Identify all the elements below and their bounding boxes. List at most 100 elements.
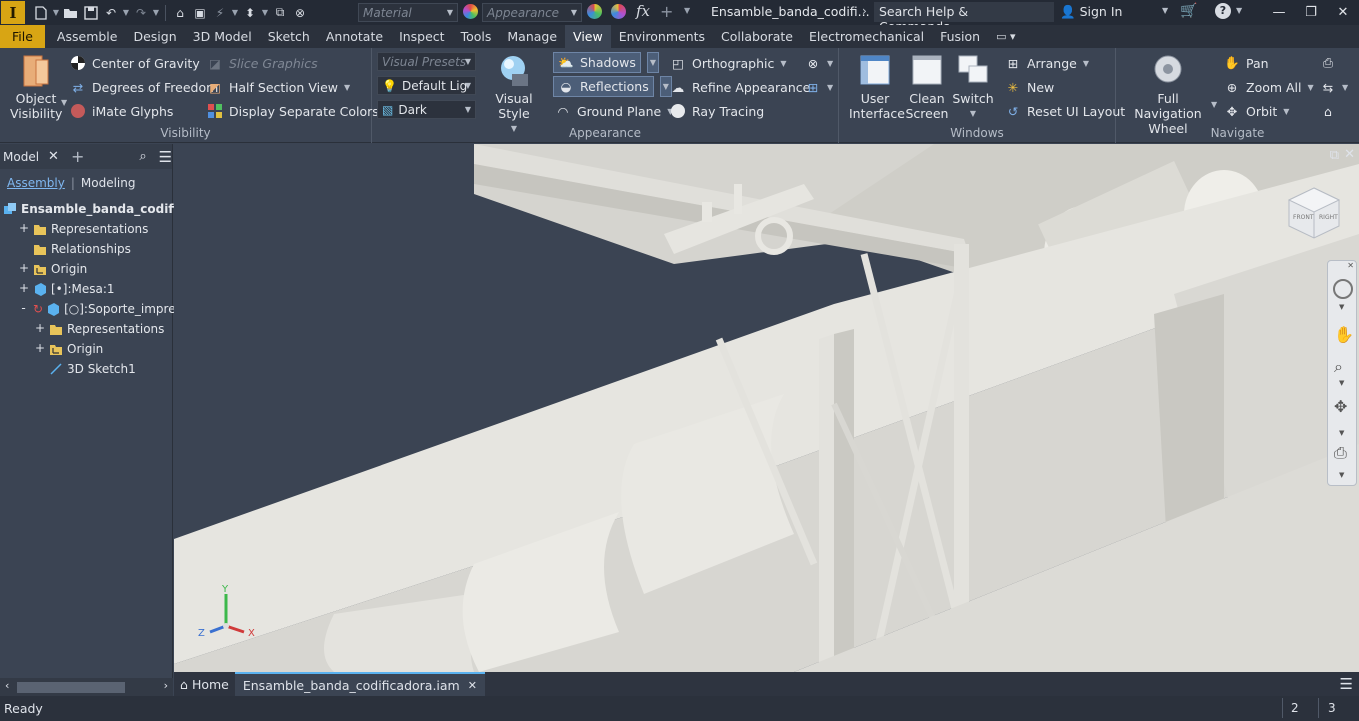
tab-collaborate[interactable]: Collaborate	[713, 25, 801, 48]
visual-style-button[interactable]: Visual Style ▼	[482, 54, 546, 136]
home-tab[interactable]: ⌂ Home	[174, 672, 235, 696]
imate-glyphs-button[interactable]: iMate Glyphs	[70, 100, 173, 122]
home-view-button[interactable]: ⌂	[1320, 100, 1336, 122]
open-folder-icon[interactable]	[61, 3, 81, 23]
close-icon[interactable]: ✕	[468, 679, 477, 692]
tab-sketch[interactable]: Sketch	[260, 25, 318, 48]
new-window-button[interactable]: ✳ New	[1005, 76, 1055, 98]
tab-fusion[interactable]: Fusion	[932, 25, 988, 48]
switch-dropdown-icon[interactable]: ▼	[951, 106, 995, 121]
tab-environments[interactable]: Environments	[611, 25, 713, 48]
tree-row[interactable]: Relationships	[0, 239, 131, 259]
chevron-down-icon[interactable]: ▼	[344, 83, 350, 92]
expand-icon[interactable]: +	[35, 322, 45, 334]
app-logo[interactable]: I	[1, 1, 25, 24]
scrollbar-thumb[interactable]	[17, 682, 125, 693]
search-input[interactable]: Search Help & Commands...	[874, 2, 1054, 34]
tab-file[interactable]: File	[0, 25, 45, 48]
tab-view[interactable]: View	[565, 25, 611, 48]
tree-row[interactable]: 3D Sketch1	[0, 359, 136, 379]
expand-icon[interactable]: +	[35, 342, 45, 354]
viewport-close-icon[interactable]: ✕	[1344, 147, 1355, 162]
view-cube[interactable]: FRONT RIGHT	[1287, 186, 1341, 240]
degrees-of-freedom-button[interactable]: ⇄ Degrees of Freedom	[70, 76, 219, 98]
sign-in-button[interactable]: 👤 Sign In	[1060, 4, 1122, 20]
clean-screen-button[interactable]: Clean Screen	[903, 54, 951, 121]
ribbon-display-options-icon[interactable]: ▭ ▾	[988, 25, 1023, 48]
shadows-button[interactable]: ⛅ Shadows ▼	[553, 52, 659, 73]
navbar-close-icon[interactable]: ✕	[1347, 261, 1354, 270]
object-visibility-dropdown-icon[interactable]: ▼	[61, 98, 67, 107]
chevron-down-icon[interactable]: ▼	[1339, 379, 1344, 387]
orthographic-button[interactable]: ◰ Orthographic ▼	[670, 52, 786, 74]
slice-graphics-button[interactable]: ◪ Slice Graphics	[207, 52, 318, 74]
zoom-icon[interactable]: ⌕	[1334, 357, 1343, 377]
chevron-down-icon[interactable]: ▼	[1283, 107, 1289, 116]
select-dropdown-icon[interactable]: ▼	[260, 8, 270, 17]
hamburger-menu-icon[interactable]: ☰	[159, 148, 172, 166]
restore-icon[interactable]: ❐	[1295, 0, 1327, 25]
minimize-icon[interactable]: —	[1263, 0, 1295, 25]
tree-row[interactable]: + Origin	[0, 259, 87, 279]
adjust-appearance-icon[interactable]	[587, 4, 602, 19]
sign-in-dropdown-icon[interactable]: ▼	[1162, 6, 1168, 15]
model-render[interactable]	[174, 144, 1359, 672]
close-icon[interactable]: ✕	[48, 149, 59, 164]
ray-tracing-button[interactable]: Ray Tracing	[670, 100, 764, 122]
reflections-button[interactable]: ◒ Reflections ▼	[553, 76, 672, 97]
visual-presets-combo[interactable]: Visual Presets ▼	[377, 52, 476, 71]
search-icon[interactable]: ⌕	[139, 149, 146, 164]
tab-3d-model[interactable]: 3D Model	[185, 25, 260, 48]
zoom-all-button[interactable]: ⊕ Zoom All ▼	[1224, 76, 1314, 98]
shadows-dropdown-icon[interactable]: ▼	[646, 52, 659, 73]
pan-button[interactable]: ✋ Pan	[1224, 52, 1268, 74]
new-file-icon[interactable]	[31, 3, 51, 23]
look-at-button[interactable]: ⎙	[1320, 52, 1336, 74]
orbit-button[interactable]: ✥ Orbit ▼	[1224, 100, 1290, 122]
tab-assemble[interactable]: Assemble	[49, 25, 126, 48]
chevron-down-icon[interactable]: ▼	[780, 59, 786, 68]
user-interface-button[interactable]: User Interface	[849, 54, 905, 121]
tree-row[interactable]: Ensamble_banda_codificad	[0, 199, 201, 219]
clear-appearance-icon[interactable]	[611, 4, 626, 19]
ground-plane-button[interactable]: ◠ Ground Plane ▼	[555, 100, 674, 122]
tab-tools[interactable]: Tools	[453, 25, 500, 48]
chevron-down-icon[interactable]: ▼	[1339, 471, 1344, 479]
previous-view-button[interactable]: ⇆ ▼	[1320, 76, 1348, 98]
arrange-button[interactable]: ⊞ Arrange ▼	[1005, 52, 1089, 74]
lighting-combo[interactable]: 💡 Default Lig ▼	[377, 76, 476, 95]
parameters-fx-icon[interactable]: fx	[636, 2, 650, 20]
appearance-combo[interactable]: Appearance ▼	[482, 3, 582, 22]
expand-icon[interactable]: +	[19, 282, 29, 294]
select-icon[interactable]: ⬍	[240, 3, 260, 23]
rebuild-dropdown-icon[interactable]: ▼	[230, 8, 240, 17]
refine-appearance-button[interactable]: ☁ Refine Appearance	[670, 76, 811, 98]
measure-icon[interactable]: ⧉	[270, 3, 290, 23]
material-combo[interactable]: Material ▼	[358, 3, 458, 22]
document-tab[interactable]: Ensamble_banda_codificadora.iam ✕	[234, 672, 485, 696]
viewport-maximize-icon[interactable]: ⧉	[1330, 148, 1339, 163]
look-at-icon[interactable]: ⎙	[1334, 443, 1347, 463]
environment-combo[interactable]: ▧ Dark ▼	[377, 100, 476, 119]
navigation-wheel-dropdown-icon[interactable]: ▼	[1211, 100, 1217, 109]
undo-icon[interactable]: ↶	[101, 3, 121, 23]
chevron-down-icon[interactable]: ▼	[1339, 303, 1344, 311]
chevron-down-icon[interactable]: ▼	[1339, 429, 1344, 437]
tab-modeling[interactable]: Modeling	[81, 176, 136, 190]
chevron-down-icon[interactable]: ▼	[1308, 83, 1314, 92]
color-override-button[interactable]: ⊗ ▼	[805, 52, 833, 74]
collapse-icon[interactable]: -	[19, 302, 28, 314]
close-icon[interactable]: ✕	[1327, 0, 1359, 25]
new-dropdown-icon[interactable]: ▼	[51, 8, 61, 17]
switch-button[interactable]: Switch ▼	[951, 54, 995, 121]
tab-inspect[interactable]: Inspect	[391, 25, 453, 48]
add-browser-icon[interactable]: +	[71, 147, 84, 166]
browser-scrollbar[interactable]: ‹ ›	[0, 678, 173, 696]
rebuild-icon[interactable]: ⚡	[210, 3, 230, 23]
browser-title[interactable]: Model	[3, 150, 39, 164]
color-override-icon[interactable]: ⊗	[290, 3, 310, 23]
expand-icon[interactable]: +	[19, 262, 29, 274]
tab-assembly[interactable]: Assembly	[7, 176, 65, 190]
tree-row[interactable]: + [•]:Mesa:1	[0, 279, 115, 299]
reset-ui-layout-button[interactable]: ↺ Reset UI Layout	[1005, 100, 1125, 122]
